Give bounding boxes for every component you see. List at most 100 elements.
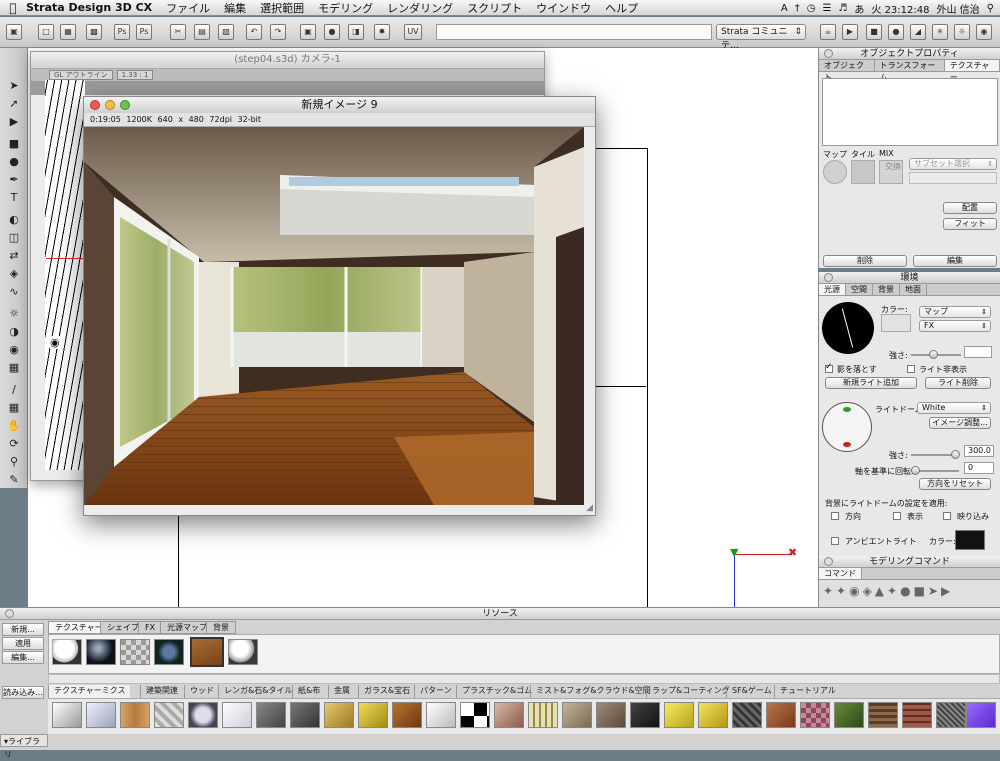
camera-icon[interactable]: ◉	[976, 24, 992, 40]
copy-icon[interactable]: ▤	[194, 24, 210, 40]
strength-field[interactable]	[964, 346, 992, 358]
spline-tool-icon[interactable]: ∿	[5, 284, 23, 300]
texture-swatch[interactable]	[228, 639, 258, 665]
toolbar-field[interactable]	[436, 24, 712, 40]
rotate-slider-knob[interactable]	[911, 466, 920, 475]
user-name[interactable]: 外山 信治	[936, 1, 979, 16]
library-tab-4[interactable]: 紙&布	[292, 685, 325, 698]
light-icon[interactable]: ☼	[954, 24, 970, 40]
textures-scrollbar[interactable]	[48, 674, 1000, 684]
render-window[interactable]: 新規イメージ 9 0:19:05 1200K 640 x 480 72dpi 3…	[83, 96, 596, 516]
library-tab-6[interactable]: ガラス&宝石	[358, 685, 415, 698]
volume-icon[interactable]: ♬	[838, 3, 847, 14]
library-swatch[interactable]	[86, 702, 116, 728]
texture-swatch[interactable]	[52, 639, 82, 665]
adobe-icon[interactable]: A	[781, 3, 788, 14]
library-swatch[interactable]	[902, 702, 932, 728]
subselect-arrow-icon[interactable]: ➚	[5, 96, 23, 112]
light-dome-select[interactable]: White ⇕	[917, 402, 991, 414]
measure-tool-icon[interactable]: ∕	[5, 382, 23, 398]
tab-space[interactable]: 空間	[846, 284, 873, 295]
light-direction-ball[interactable]	[822, 302, 874, 354]
library-swatch[interactable]	[222, 702, 252, 728]
dome-strength-slider-knob[interactable]	[951, 450, 960, 459]
hand-tool-icon[interactable]: ✋	[5, 418, 23, 434]
library-swatch[interactable]	[52, 702, 82, 728]
tab-background[interactable]: 背景	[873, 284, 900, 295]
app-menu[interactable]: Strata Design 3D CX	[26, 1, 152, 14]
rotate-field[interactable]: 0	[964, 462, 994, 474]
library-swatch[interactable]	[834, 702, 864, 728]
redo-icon[interactable]: ↷	[270, 24, 286, 40]
library-tab-9[interactable]: ミスト&フォグ&クラウド&空間	[530, 685, 656, 698]
sphere-tool-icon[interactable]: ●	[5, 154, 23, 170]
dome-strength-field[interactable]: 300.0	[964, 445, 994, 457]
zoom-select[interactable]: 1.33 : 1	[116, 70, 154, 80]
direction-checkbox[interactable]	[831, 512, 839, 520]
command-icons[interactable]: ✦✦◉◈▲✦●■➤▶	[823, 584, 953, 598]
grid-tool-icon[interactable]: ▦	[5, 400, 23, 416]
tab-command[interactable]: コマンド	[819, 568, 862, 579]
sphere-icon[interactable]: ●	[888, 24, 904, 40]
library-swatch[interactable]	[630, 702, 660, 728]
spotlight-tool-icon[interactable]: ◑	[5, 324, 23, 340]
close-icon[interactable]	[824, 273, 833, 282]
library-swatch[interactable]	[966, 702, 996, 728]
library-swatch[interactable]	[494, 702, 524, 728]
extrude-tool-icon[interactable]: ◫	[5, 230, 23, 246]
close-icon[interactable]	[824, 49, 833, 58]
blur-checkbox[interactable]	[943, 512, 951, 520]
library-tab-0[interactable]: テクスチャーミクス	[48, 685, 131, 698]
menu-help[interactable]: ヘルプ	[605, 0, 638, 16]
lathe-tool-icon[interactable]: ◐	[5, 212, 23, 228]
new-button[interactable]: 新規...	[2, 623, 44, 636]
library-swatch[interactable]	[596, 702, 626, 728]
zoom-icon[interactable]	[120, 100, 130, 110]
frame-icon[interactable]: ▣	[6, 24, 22, 40]
tab-ground[interactable]: 地面	[900, 284, 927, 295]
pen-tool-icon[interactable]: ✒	[5, 172, 23, 188]
library-swatch[interactable]	[936, 702, 966, 728]
camera-window-title[interactable]: (step04.s3d) カメラ-1	[31, 52, 544, 69]
library-tab-10[interactable]: ラップ&コーティング	[646, 685, 735, 698]
photoshop-icon[interactable]: Ps	[114, 24, 130, 40]
fx-select[interactable]: FX ⇕	[919, 320, 991, 332]
wifi-icon[interactable]: ☰	[822, 3, 831, 14]
light-dome-ball[interactable]	[822, 402, 872, 452]
cube-icon[interactable]: ■	[866, 24, 882, 40]
group-icon[interactable]: ▣	[300, 24, 316, 40]
tile-swatch[interactable]	[851, 160, 875, 184]
plane-icon[interactable]: ◢	[910, 24, 926, 40]
minimize-icon[interactable]	[105, 100, 115, 110]
texture-swatch-selected[interactable]	[190, 637, 224, 667]
input-method-icon[interactable]: あ	[854, 1, 864, 16]
library-swatch[interactable]	[528, 702, 558, 728]
camera-tool-icon[interactable]: ◉	[5, 342, 23, 358]
image-adjust-button[interactable]: イメージ調整...	[929, 417, 991, 429]
library-tab-8[interactable]: プラスチック&ゴム	[456, 685, 537, 698]
library-swatch[interactable]	[732, 702, 762, 728]
texture-swatch[interactable]	[120, 639, 150, 665]
photoshop-export-icon[interactable]: Ps	[136, 24, 152, 40]
library-swatch[interactable]	[562, 702, 592, 728]
library-tab-3[interactable]: レンガ&石&タイル	[218, 685, 297, 698]
render-preview-icon[interactable]: ▶	[842, 24, 858, 40]
bluetooth-icon[interactable]: †	[795, 3, 800, 14]
library-swatch[interactable]	[154, 702, 184, 728]
library-swatch[interactable]	[460, 702, 490, 728]
ambient-light-checkbox[interactable]	[831, 537, 839, 545]
menu-rendering[interactable]: レンダリング	[387, 0, 453, 16]
menu-file[interactable]: ファイル	[166, 0, 210, 16]
bevel-tool-icon[interactable]: ◈	[5, 266, 23, 282]
library-swatch[interactable]	[290, 702, 320, 728]
text-tool-icon[interactable]: T	[5, 190, 23, 206]
resize-grip-icon[interactable]: ◢	[586, 503, 593, 513]
community-select[interactable]: Strata コミュニテ… ⇕	[716, 24, 806, 51]
direct-select-icon[interactable]: ▶	[5, 114, 23, 130]
tab-light[interactable]: 光源	[819, 284, 846, 295]
edit-button[interactable]: 編集	[913, 255, 997, 267]
menu-modeling[interactable]: モデリング	[318, 0, 373, 16]
view-mode-select[interactable]: GL アウトライン	[49, 70, 113, 80]
texture-swatch[interactable]	[86, 639, 116, 665]
load-button[interactable]: 読み込み...	[2, 686, 44, 699]
